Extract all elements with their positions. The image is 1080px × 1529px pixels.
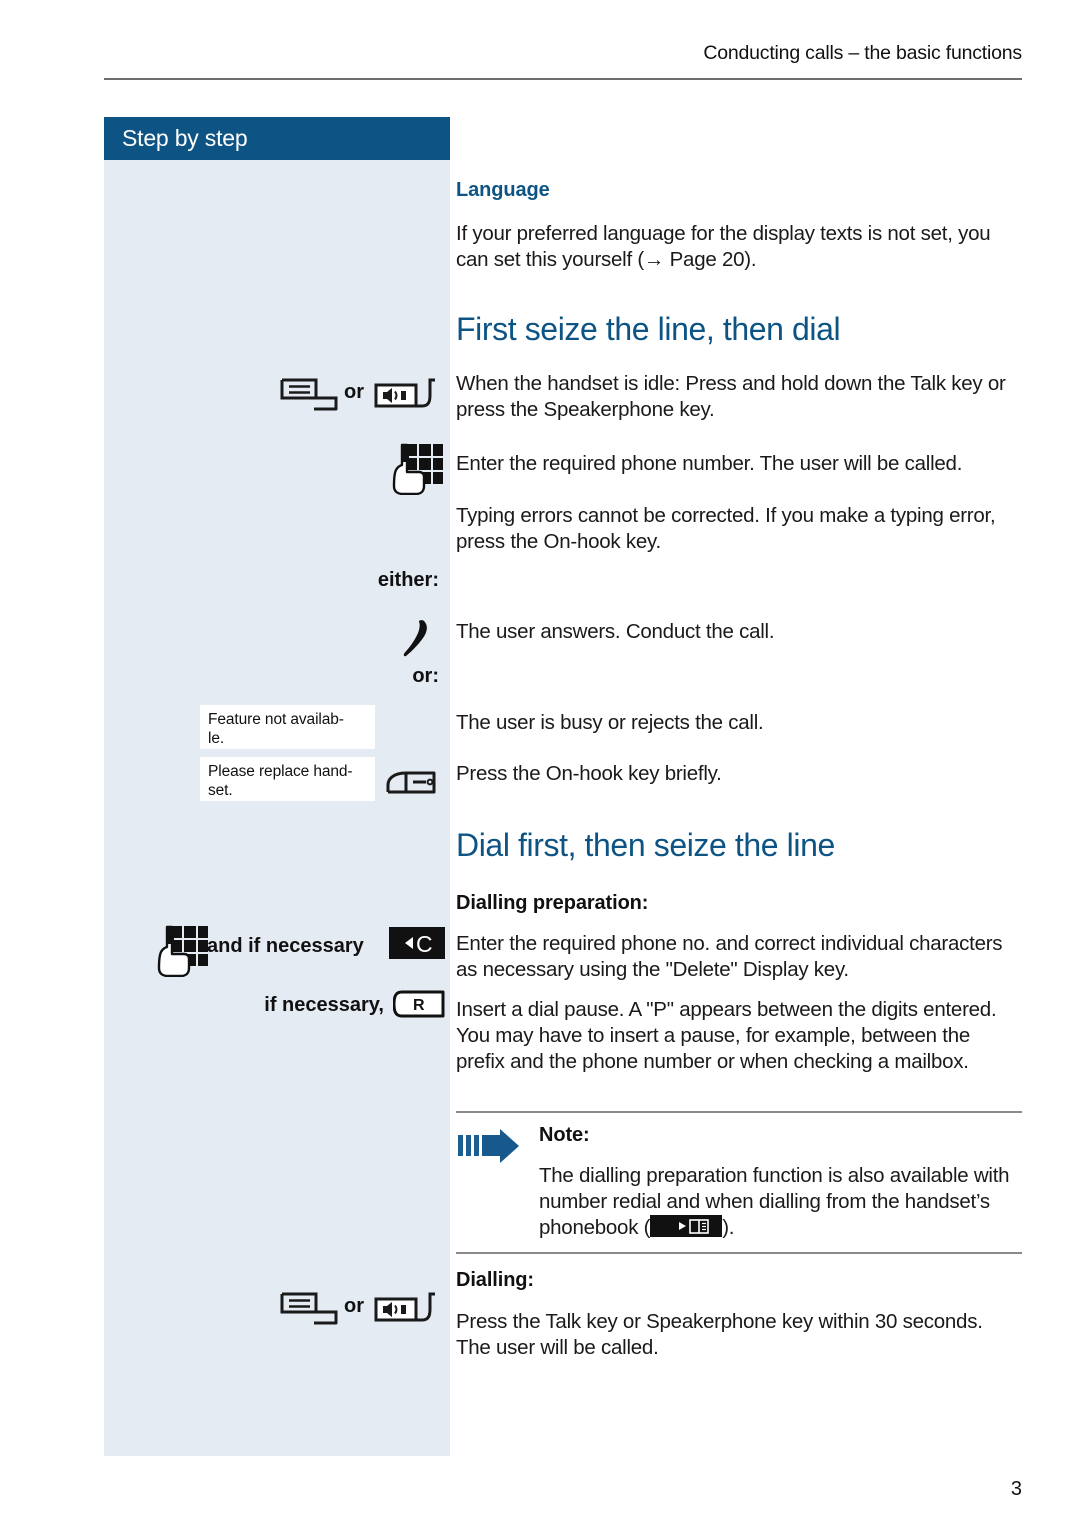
if-necessary-label: if necessary, [264,994,384,1016]
note-text-before: The dialling preparation function is als… [539,1164,1010,1239]
svg-text:R: R [413,997,425,1014]
first-seize-p5: The user is busy or rejects the call. [456,711,764,734]
dial-first-p1: Enter the required phone no. and correct… [456,932,1003,981]
heading-first-seize: First seize the line, then dial [456,311,841,347]
note-text-after: ). [722,1216,735,1239]
delete-key-icon[interactable]: C [389,927,445,959]
first-seize-p6: Press the On-hook key briefly. [456,762,722,785]
first-seize-p2: Enter the required phone number. The use… [456,452,963,475]
dialling-subheading: Dialling: [456,1269,534,1291]
page-number: 3 [1010,1478,1022,1500]
or-colon-label: or: [412,665,439,687]
dialling-preparation-subheading: Dialling preparation: [456,892,649,914]
first-seize-p4: The user answers. Conduct the call. [456,620,775,643]
display-message-box-1: Feature not availab- le. [200,705,375,749]
talk-key-icon[interactable] [280,378,338,412]
r-key-icon[interactable]: R [393,990,445,1018]
note-text: The dialling preparation function is als… [539,1163,1022,1241]
dial-first-p3: Press the Talk key or Speakerphone key w… [456,1310,983,1359]
sidebar-title: Step by step [104,117,450,160]
language-paragraph: If your preferred language for the displ… [456,222,991,271]
note-rule-bottom [456,1252,1022,1254]
dial-first-p2: Insert a dial pause. A "P" appears betwe… [456,998,997,1073]
note-rule-top [456,1111,1022,1113]
either-label: either: [377,569,439,591]
running-header: Conducting calls – the basic functions [703,42,1022,64]
note-arrow-icon [458,1129,520,1163]
phonebook-key-icon [650,1215,723,1237]
on-hook-key-icon[interactable] [386,763,436,795]
step-by-step-sidebar: Step by step or either: or: Feature not … [104,117,450,1456]
speakerphone-key-icon[interactable] [374,375,436,411]
first-seize-p3: Typing errors cannot be corrected. If yo… [456,504,996,553]
header-divider [104,78,1022,80]
language-heading: Language [456,179,550,201]
first-seize-p1: When the handset is idle: Press and hold… [456,372,1006,421]
heading-dial-first: Dial first, then seize the line [456,827,835,863]
or-label-1: or [344,381,364,403]
keypad-key-icon[interactable] [389,443,444,495]
talk-key-icon-2[interactable] [280,1292,338,1326]
speakerphone-key-icon-2[interactable] [374,1289,436,1325]
handset-answer-icon [402,619,432,659]
note-label: Note: [539,1124,590,1146]
svg-text:C: C [416,931,433,957]
keypad-key-icon-2[interactable] [154,925,209,977]
or-label-2: or [344,1295,364,1317]
and-if-necessary-label: and if necessary [207,935,364,957]
display-message-box-2: Please replace hand- set. [200,757,375,801]
